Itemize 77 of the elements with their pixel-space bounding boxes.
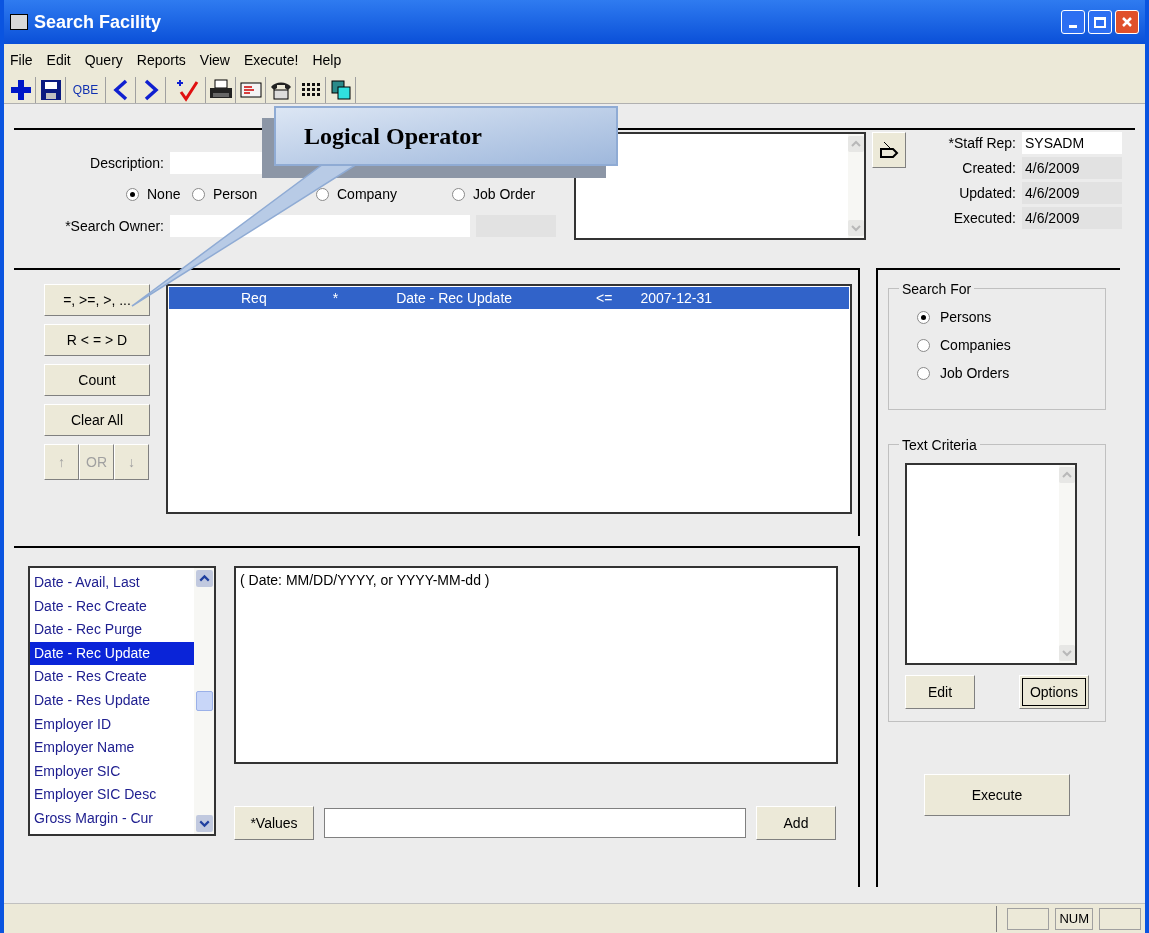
criteria-row[interactable]: Req * Date - Rec Update <= 2007-12-31 [169,287,849,309]
info-value: 4/6/2009 [1022,182,1122,204]
criteria-cell-text: Req [241,288,267,308]
minimize-button[interactable] [1061,10,1085,34]
radio-button[interactable] [917,339,930,352]
field-list-item[interactable]: Date - Rec Update [30,641,194,666]
menu-item[interactable]: File [10,49,33,71]
radio-label: Company [337,185,397,204]
field-list-item[interactable]: Date - Rec Create [30,594,194,619]
field-list-item[interactable]: Employer ID [30,712,194,737]
criteria-list[interactable]: Req * Date - Rec Update <= 2007-12-31 [166,284,852,514]
button[interactable]: R < = > D [44,324,150,356]
radio-button[interactable] [316,188,329,201]
pencil-icon[interactable] [872,132,906,168]
search-owner-field[interactable] [170,215,470,237]
status-pane [1099,907,1141,930]
criteria-cell-text: <= [596,288,613,308]
hint-area: ( Date: MM/DD/YYYY, or YYYY-MM-dd ) [234,566,838,764]
scrollbar-thumb[interactable] [195,691,213,711]
button[interactable]: =, >=, >, ... [44,284,150,316]
radio-button[interactable] [917,367,930,380]
field-list-item[interactable]: Employer Name [30,736,194,760]
radio-label: None [147,185,181,204]
values-field[interactable] [324,808,746,838]
callout: Logical Operator [274,106,618,166]
radio-label: Persons [940,308,992,327]
menu-item[interactable]: Edit [46,49,71,71]
radio-button[interactable] [452,188,465,201]
menu-item[interactable]: Execute! [243,49,299,71]
field-list-item[interactable]: Date - Res Update [30,688,194,713]
field-list-item[interactable]: Date - Res Create [30,665,194,689]
menu-item[interactable]: View [199,49,230,71]
window-icon [10,14,28,30]
maximize-button[interactable] [1088,10,1112,34]
radio-button[interactable] [126,188,139,201]
field-list[interactable]: Date - Avail, Last Date - Rec Create Date - Rec Purge Date - Rec Update Date - Res Create Date - Res Update Employer ID Employer Name Employer SIC Employer SIC Desc Gross Margin - Cur [28,566,216,836]
menu-item[interactable]: Reports [136,49,186,71]
radio-label: Person [213,185,258,204]
button[interactable]: Clear All [44,404,150,436]
scroll-down-icon[interactable] [195,815,213,832]
description-label: Description: [89,153,164,173]
info-value: 4/6/2009 [1022,157,1122,179]
menu-item[interactable]: Query [84,49,123,71]
criteria-cell-text: Date - Rec Update [396,288,513,308]
menu-item[interactable]: Help [312,49,342,71]
info-label: Updated: [958,183,1016,203]
close-button[interactable] [1115,10,1139,34]
button[interactable]: Count [44,364,150,396]
button[interactable]: Options [1019,675,1089,709]
info-value[interactable]: SYSADM [1022,132,1122,154]
criteria-cell-text: 2007-12-31 [640,288,713,308]
field-list-item[interactable]: Date - Avail, Last [30,571,194,595]
radio-button[interactable] [192,188,205,201]
button[interactable]: Add [756,806,836,840]
search-owner-label: *Search Owner: [64,216,164,236]
info-value: 4/6/2009 [1022,207,1122,229]
window-title: Search Facility [34,10,162,34]
status-pane [1007,907,1050,930]
radio-label: Job Order [473,185,536,204]
button[interactable]: *Values [234,806,314,840]
num-lock-indicator: NUM [1055,907,1093,930]
radio-label: Job Orders [940,364,1010,383]
info-label: Executed: [952,208,1016,228]
button[interactable]: Execute [924,774,1070,816]
field-list-item[interactable]: Employer SIC [30,759,194,784]
field-list-item[interactable]: Employer SIC Desc [30,783,194,807]
button[interactable]: Edit [905,675,975,709]
radio-button[interactable] [917,311,930,324]
field-list-item[interactable]: Gross Margin - Cur [30,806,194,831]
qbe-button[interactable]: QBE [66,76,106,103]
criteria-cell-text: * [332,288,339,308]
info-label: *Staff Rep: [947,133,1016,153]
field-list-item[interactable]: Date - Rec Purge [30,618,194,642]
close-icon [1121,16,1133,28]
radio-label: Companies [940,336,1011,355]
scroll-up-icon[interactable] [195,570,213,587]
info-label: Created: [961,158,1016,178]
